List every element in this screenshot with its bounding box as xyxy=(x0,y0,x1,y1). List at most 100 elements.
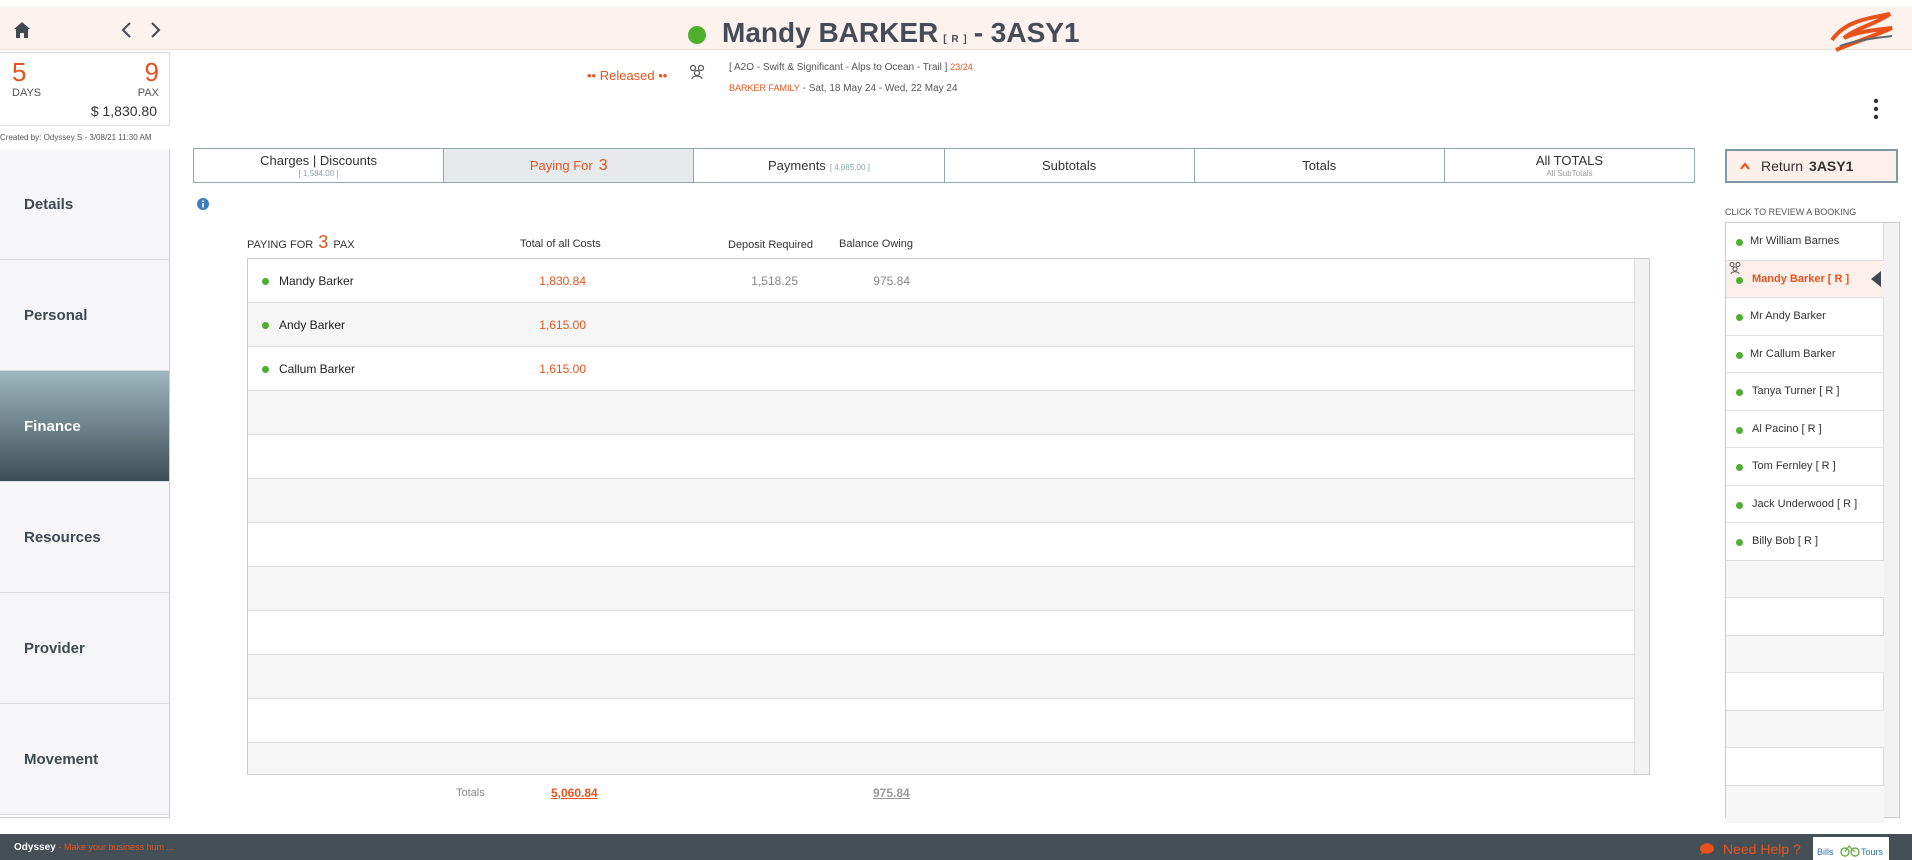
tab-charges-discounts[interactable]: Charges | Discounts [ 1,584.00 ] xyxy=(194,149,445,182)
tab-label: Charges | Discounts xyxy=(260,153,377,168)
list-item[interactable]: Tom Fernley [ R ] xyxy=(1726,448,1884,486)
totals-cost[interactable]: 5,060.84 xyxy=(551,786,598,800)
trip-info[interactable]: [ A2O - Swift & Significant - Alps to Oc… xyxy=(729,62,973,73)
list-item[interactable]: Tanya Turner [ R ] xyxy=(1726,373,1884,411)
row-total: 1,615.00 xyxy=(539,318,586,332)
list-item-label: Tanya Turner [ R ] xyxy=(1752,385,1840,398)
home-icon[interactable] xyxy=(13,21,31,39)
paying-for-table: Mandy Barker 1,830.84 1,518.25 975.84 An… xyxy=(247,258,1650,775)
list-item[interactable]: Billy Bob [ R ] xyxy=(1726,523,1884,561)
list-item[interactable]: Jack Underwood [ R ] xyxy=(1726,486,1884,523)
tab-label-wrap: Payments[ 4,085.00 ] xyxy=(768,158,870,173)
trip-name: [ A2O - Swift & Significant - Alps to Oc… xyxy=(729,62,948,73)
tab-subtotals[interactable]: Subtotals xyxy=(945,149,1195,182)
scrollbar[interactable] xyxy=(1883,223,1899,817)
tab-label: Paying For xyxy=(529,157,593,173)
empty-row xyxy=(248,611,1634,655)
paying-for-label: PAYING FOR xyxy=(247,239,314,251)
col-balance-header: Balance Owing xyxy=(839,238,913,250)
empty-row xyxy=(248,699,1634,743)
sidebar-item-personal[interactable]: Personal xyxy=(0,260,169,371)
list-item-label: Mr Callum Barker xyxy=(1750,347,1836,360)
empty-row xyxy=(248,743,1634,774)
svg-text:Tours: Tours xyxy=(1861,847,1884,857)
empty-row xyxy=(1726,635,1884,673)
return-button[interactable]: Return 3ASY1 xyxy=(1725,149,1898,183)
brand-tagline: - Make your business hum ... xyxy=(58,842,175,852)
tab-totals[interactable]: Totals xyxy=(1195,149,1445,182)
company-logo xyxy=(1830,12,1893,52)
tab-sublabel: [ 1,584.00 ] xyxy=(298,169,339,178)
tab-all-totals[interactable]: All TOTALS All SubTotals xyxy=(1445,149,1694,182)
tab-payments[interactable]: Payments[ 4,085.00 ] xyxy=(694,149,945,182)
booking-amount: $ 1,830.80 xyxy=(90,103,157,119)
tab-count: 3 xyxy=(598,156,608,174)
empty-row xyxy=(248,655,1634,699)
row-balance: 975.84 xyxy=(873,274,910,288)
info-icon[interactable] xyxy=(197,198,209,210)
list-item[interactable]: Mandy Barker [ R ] xyxy=(1726,260,1884,298)
status-dot xyxy=(262,322,269,329)
caret-left-icon xyxy=(1871,271,1881,287)
sidebar-item-finance[interactable]: Finance xyxy=(0,371,169,482)
tab-label: Payments xyxy=(768,158,826,173)
list-item-label: Mr Andy Barker xyxy=(1750,310,1826,323)
empty-row xyxy=(248,435,1634,479)
booking-summary: 5 DAYS 9 PAX $ 1,830.80 xyxy=(0,52,170,126)
status-dot xyxy=(1736,501,1743,509)
row-name: Callum Barker xyxy=(279,362,356,376)
booking-code: - 3ASY1 xyxy=(973,17,1080,48)
table-row[interactable]: Callum Barker 1,615.00 xyxy=(248,347,1634,391)
status-dot xyxy=(1736,351,1743,359)
paying-for-count: 3 xyxy=(318,232,329,252)
chat-bubble-icon[interactable] xyxy=(1700,843,1714,855)
paying-for-header: PAYING FOR 3 PAX xyxy=(247,232,355,253)
chevron-left-icon[interactable] xyxy=(120,21,134,39)
status-dot xyxy=(1736,464,1743,471)
list-item[interactable]: Al Pacino [ R ] xyxy=(1726,411,1884,448)
booking-review-list: Mr William Barnes Mandy Barker [ R ] Mr … xyxy=(1725,222,1900,823)
scrollbar[interactable] xyxy=(1634,259,1649,774)
chevron-up-icon xyxy=(1740,162,1750,170)
page-title: Mandy BARKER [ R ] - 3ASY1 xyxy=(688,17,1080,49)
status-dot xyxy=(262,366,269,373)
table-row[interactable]: Andy Barker 1,615.00 xyxy=(248,303,1634,347)
list-item[interactable]: Mr Callum Barker xyxy=(1726,336,1884,373)
empty-row xyxy=(1726,710,1884,748)
empty-row xyxy=(1726,673,1884,711)
return-label: Return xyxy=(1761,158,1804,174)
bills-tours-logo: Bills Tours xyxy=(1813,837,1889,860)
sidebar-item-movement[interactable]: Movement xyxy=(0,704,169,815)
tab-paying-for[interactable]: Paying For 3 xyxy=(444,149,695,182)
status-dot xyxy=(688,26,706,44)
footer: Odyssey - Make your business hum ... Nee… xyxy=(0,834,1912,860)
sidebar-item-provider[interactable]: Provider xyxy=(0,593,169,704)
tab-label-wrap: Paying For 3 xyxy=(530,157,608,175)
list-item-label: Al Pacino [ R ] xyxy=(1752,422,1822,435)
table-row[interactable]: Mandy Barker 1,830.84 1,518.25 975.84 xyxy=(248,259,1634,303)
paying-pax-label: PAX xyxy=(333,239,355,251)
svg-text:Bills: Bills xyxy=(1817,847,1834,857)
help-link[interactable]: Need Help ? xyxy=(1723,841,1801,857)
list-item[interactable]: Mr Andy Barker xyxy=(1726,298,1884,336)
more-options-icon[interactable] xyxy=(1872,98,1880,120)
empty-row xyxy=(248,391,1634,435)
chevron-right-icon[interactable] xyxy=(148,21,162,39)
row-deposit: 1,518.25 xyxy=(751,274,798,288)
group-icon[interactable] xyxy=(688,64,706,80)
family-info: BARKER FAMILY - Sat, 18 May 24 - Wed, 22… xyxy=(729,83,958,94)
empty-row xyxy=(248,523,1634,567)
status-dot xyxy=(262,278,269,285)
list-item[interactable]: Mr William Barnes xyxy=(1726,223,1884,261)
sidebar-item-details[interactable]: Details xyxy=(0,149,169,260)
status-dot xyxy=(1736,426,1743,434)
totals-balance[interactable]: 975.84 xyxy=(873,786,910,800)
empty-row xyxy=(1726,598,1884,636)
totals-label: Totals xyxy=(456,787,485,799)
sidebar-item-resources[interactable]: Resources xyxy=(0,482,169,593)
status-dot xyxy=(1736,389,1743,396)
sidebar: Details Personal Finance Resources Provi… xyxy=(0,149,170,818)
list-item-label: Jack Underwood [ R ] xyxy=(1752,497,1858,510)
pax-label: PAX xyxy=(137,87,159,99)
row-total: 1,615.00 xyxy=(539,362,586,376)
